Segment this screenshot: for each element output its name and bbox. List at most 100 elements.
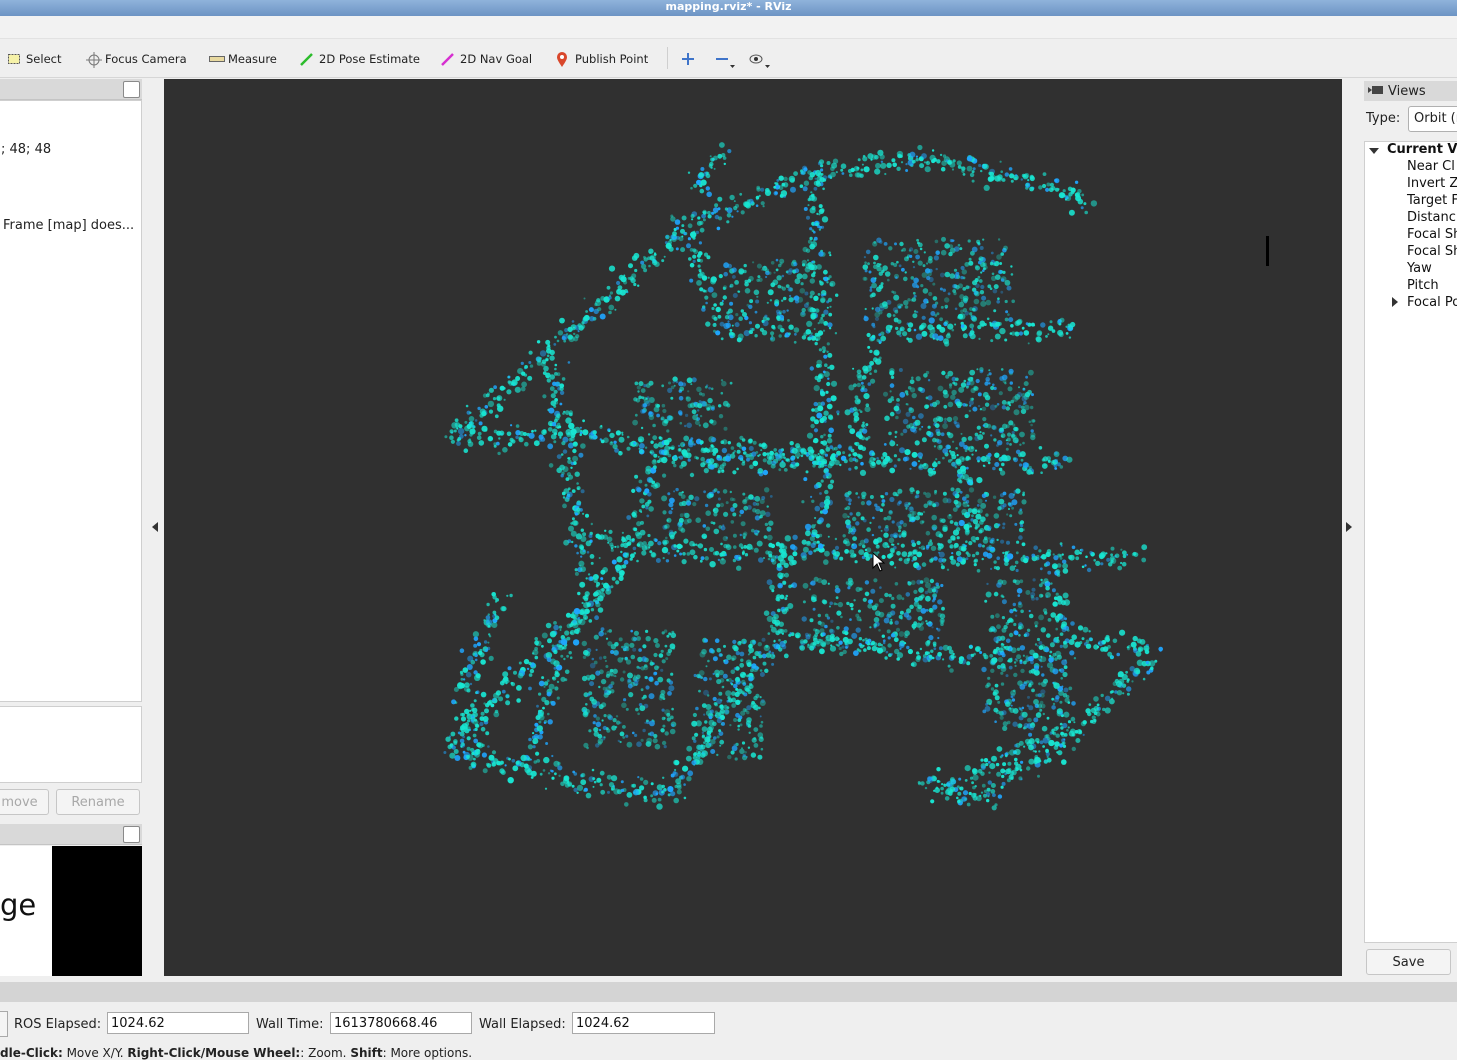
map-point — [479, 716, 485, 721]
map-point — [778, 175, 784, 181]
map-point — [464, 420, 468, 424]
focus-camera-tool[interactable]: Focus Camera — [86, 50, 187, 68]
map-point — [985, 792, 991, 797]
map-point — [631, 273, 637, 279]
map-point — [874, 503, 878, 507]
map-point — [667, 691, 672, 696]
map-point — [574, 544, 578, 548]
map-point — [604, 659, 607, 663]
map-point — [481, 425, 488, 432]
map-point — [1085, 708, 1091, 714]
map-point — [876, 338, 880, 342]
map-point — [914, 440, 920, 446]
map-point — [651, 467, 655, 471]
map-point — [582, 419, 585, 423]
map-point — [752, 261, 755, 264]
map-point — [453, 749, 459, 754]
map-point — [893, 294, 900, 301]
map-point — [955, 550, 962, 557]
map-point — [896, 444, 899, 446]
map-point — [668, 381, 671, 385]
view-options-button[interactable] — [749, 50, 770, 68]
map-point — [929, 578, 935, 584]
map-point — [816, 181, 821, 187]
map-point — [673, 490, 676, 493]
map-point — [1004, 172, 1009, 177]
measure-tool[interactable]: Measure — [209, 50, 277, 68]
map-point — [496, 403, 501, 408]
map-point — [932, 461, 938, 468]
add-tool-button[interactable] — [681, 50, 700, 68]
map-point — [563, 539, 569, 546]
map-point — [936, 767, 941, 772]
rename-button[interactable]: Rename — [56, 789, 140, 815]
map-point — [802, 546, 809, 553]
publish-point-tool[interactable]: Publish Point — [556, 50, 648, 68]
map-point — [996, 746, 1003, 752]
select-tool[interactable]: Select — [7, 50, 61, 68]
map-point — [822, 599, 828, 605]
image-panel-checkbox[interactable] — [123, 826, 140, 843]
map-point — [785, 608, 789, 612]
map-point — [610, 548, 614, 552]
map-point — [695, 517, 701, 523]
remove-button[interactable]: move — [0, 789, 49, 815]
map-point — [476, 435, 482, 441]
map-point — [997, 238, 1001, 241]
map-point — [699, 188, 705, 194]
map-point — [1082, 733, 1085, 737]
map-point — [680, 460, 687, 467]
map-point — [848, 527, 853, 533]
map-point — [581, 321, 585, 325]
remove-tool-button[interactable] — [715, 50, 735, 68]
map-point — [788, 584, 792, 589]
map-point — [1061, 659, 1068, 666]
map-point — [923, 503, 929, 509]
map-point — [1046, 456, 1051, 461]
map-point — [707, 210, 711, 215]
collapse-left-icon[interactable] — [152, 522, 158, 532]
map-point — [928, 291, 933, 297]
map-point — [1040, 471, 1043, 475]
displays-header — [0, 79, 142, 100]
panel-undock-checkbox[interactable] — [123, 81, 140, 98]
map-point — [788, 324, 794, 330]
map-point — [799, 288, 806, 294]
map-point — [1048, 187, 1054, 193]
map-point — [664, 539, 669, 545]
map-point — [1000, 278, 1005, 282]
map-point — [904, 271, 907, 274]
map-point — [705, 321, 711, 327]
map-point — [1065, 332, 1069, 335]
map-point — [720, 337, 724, 341]
map-point — [891, 596, 895, 601]
map-point — [771, 662, 775, 666]
displays-tree[interactable]: ; 48; 48 Frame [map] does... — [0, 100, 142, 702]
map-point — [458, 424, 463, 429]
map-point — [468, 438, 471, 441]
map-point — [943, 404, 948, 409]
map-point — [820, 297, 826, 303]
map-point — [921, 520, 925, 524]
map-point — [778, 621, 784, 627]
map-point — [907, 337, 913, 343]
map-point — [589, 316, 595, 322]
pose-estimate-tool[interactable]: 2D Pose Estimate — [300, 50, 420, 68]
map-point — [1036, 644, 1039, 647]
map-point — [1040, 322, 1046, 328]
render-viewport[interactable] — [164, 79, 1342, 976]
nav-goal-tool[interactable]: 2D Nav Goal — [441, 50, 532, 68]
map-point — [488, 387, 494, 393]
map-point — [731, 332, 735, 336]
map-point — [577, 330, 580, 333]
map-point — [988, 372, 992, 376]
map-point — [716, 503, 721, 508]
map-point — [946, 568, 950, 571]
map-point — [1053, 464, 1057, 468]
map-point — [937, 546, 942, 551]
map-point — [928, 654, 932, 658]
left-splitter[interactable] — [143, 79, 163, 976]
map-point — [1122, 554, 1127, 559]
map-point — [538, 438, 542, 442]
map-point — [964, 262, 970, 267]
